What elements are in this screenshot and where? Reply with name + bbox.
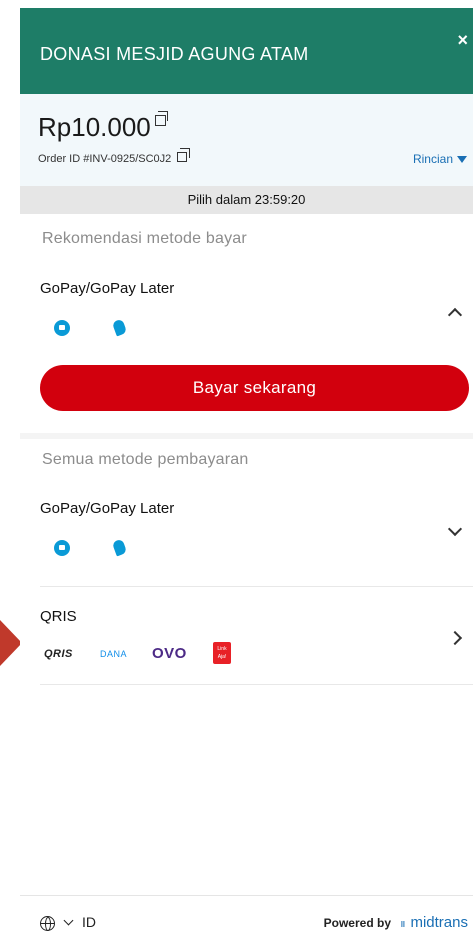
page-title: DONASI MESJID AGUNG ATAM [40,44,309,64]
chevron-down-icon [63,915,74,926]
brand-name: midtrans [410,914,468,931]
countdown-timer: Pilih dalam 23:59:20 [20,186,473,214]
chevron-right-icon[interactable] [447,630,463,646]
amount-row: Rp10.000 [38,111,168,143]
details-toggle[interactable]: Rincian [413,152,467,166]
chevron-down-icon[interactable] [447,521,463,537]
divider [40,684,473,685]
method-gopay[interactable]: GoPay/GoPay Later [40,500,465,570]
method-qris[interactable]: QRIS [40,608,465,678]
order-summary: Rp10.000 Order ID #INV-0925/SC0J2 Rincia… [20,94,473,186]
chevron-up-icon[interactable] [447,307,463,323]
pay-now-button[interactable]: Bayar sekarang [40,365,469,411]
copy-icon[interactable] [177,148,191,162]
qris-logo: QRIS [44,648,73,660]
powered-by-label: Powered by [323,916,391,930]
order-id: Order ID #INV-0925/SC0J2 [38,153,172,165]
caret-down-icon [457,156,467,164]
details-label: Rincian [412,152,453,166]
payment-panel: DONASI MESJID AGUNG ATAM × Rp10.000 Orde… [20,0,473,936]
linkaja-logo: Link Aja! [213,642,231,664]
order-id-row: Order ID #INV-0925/SC0J2 [38,148,191,165]
all-methods-section-title: Semua metode pembayaran [42,451,249,468]
header: DONASI MESJID AGUNG ATAM × [20,8,473,94]
recommended-method-gopay[interactable]: GoPay/GoPay Later [40,280,465,350]
close-icon[interactable]: × [457,30,468,51]
copy-icon[interactable] [154,111,168,127]
gopay-later-icon [111,318,128,337]
powered-by: Powered by ıı midtrans [324,914,468,931]
language-selector[interactable]: ID [40,914,96,931]
gopay-later-icon [111,538,128,557]
dana-logo: DANA [100,649,128,659]
method-name: QRIS [40,608,77,625]
divider [40,586,473,587]
method-name: GoPay/GoPay Later [40,280,175,297]
gopay-wallet-icon [54,320,70,336]
globe-icon [40,915,55,931]
midtrans-logo-icon: ıı [400,918,405,930]
language-code: ID [82,914,96,930]
method-name: GoPay/GoPay Later [40,500,175,517]
footer-divider [20,895,473,896]
ovo-logo: OVO [152,645,187,662]
section-divider [20,433,473,439]
pointer-arrow-icon [0,620,22,666]
amount-value: Rp10.000 [38,112,151,142]
gopay-wallet-icon [54,540,70,556]
recommended-section-title: Rekomendasi metode bayar [42,230,247,247]
